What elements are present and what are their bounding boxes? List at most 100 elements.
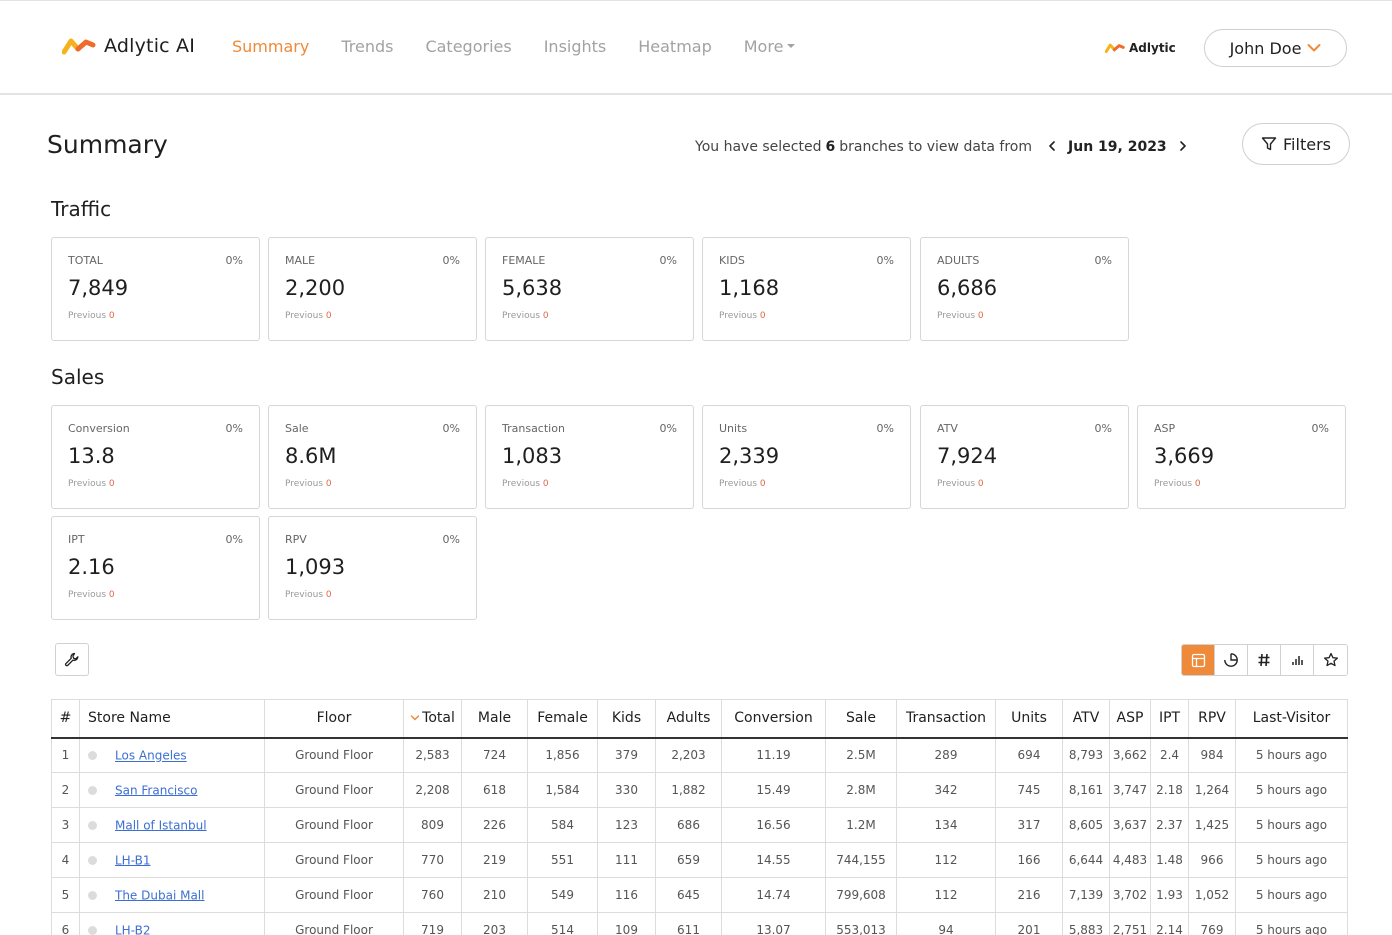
- cell-index: 5: [51, 877, 80, 913]
- cell-floor: Ground Floor: [264, 842, 404, 878]
- caret-down-icon: [787, 43, 796, 48]
- previous-label: Previous: [68, 590, 107, 600]
- col-header-last-visitor[interactable]: Last-Visitor: [1235, 699, 1348, 739]
- store-link[interactable]: The Dubai Mall: [115, 888, 204, 902]
- cell-atv: 7,139: [1062, 877, 1110, 913]
- traffic-card-total: TOTAL 0% 7,849 Previous 0: [51, 237, 260, 341]
- col-header-adults[interactable]: Adults: [655, 699, 722, 739]
- stores-table: # Store Name Floor Total Male Female Kid…: [51, 699, 1348, 935]
- card-label: ATV: [937, 422, 958, 435]
- sales-section-title: Sales: [51, 365, 105, 389]
- store-link[interactable]: LH-B1: [115, 853, 150, 867]
- previous-label: Previous: [68, 311, 107, 321]
- col-header-conversion[interactable]: Conversion: [721, 699, 826, 739]
- cell-index: 3: [51, 807, 80, 843]
- card-value: 2,339: [719, 444, 780, 468]
- store-link[interactable]: Mall of Istanbul: [115, 818, 207, 832]
- cell-female: 551: [527, 842, 598, 878]
- view-number-button[interactable]: [1248, 645, 1281, 675]
- card-percent: 0%: [225, 422, 243, 435]
- stores-table-container: # Store Name Floor Total Male Female Kid…: [51, 699, 1348, 935]
- card-label: KIDS: [719, 254, 745, 267]
- cell-asp: 3,702: [1109, 877, 1151, 913]
- view-bar-button[interactable]: [1281, 645, 1314, 675]
- col-header-units[interactable]: Units: [995, 699, 1063, 739]
- chevron-right-icon[interactable]: [1175, 139, 1191, 155]
- col-header-atv[interactable]: ATV: [1062, 699, 1110, 739]
- card-value: 1,168: [719, 276, 780, 300]
- sales-card-sale: Sale 0% 8.6M Previous 0: [268, 405, 477, 509]
- nav-categories[interactable]: Categories: [425, 37, 511, 56]
- cell-rpv: 1,052: [1188, 877, 1236, 913]
- view-pie-button[interactable]: [1215, 645, 1248, 675]
- col-header-floor[interactable]: Floor: [264, 699, 404, 739]
- cell-last-visitor: 5 hours ago: [1235, 842, 1348, 878]
- table-settings-button[interactable]: [55, 643, 89, 676]
- previous-label: Previous: [502, 479, 541, 489]
- chevron-left-icon[interactable]: [1044, 139, 1060, 155]
- hash-icon: [1258, 653, 1270, 667]
- cell-last-visitor: 5 hours ago: [1235, 772, 1348, 808]
- nav-summary[interactable]: Summary: [232, 37, 309, 56]
- cell-female: 1,856: [527, 737, 598, 773]
- filters-button[interactable]: Filters: [1242, 123, 1350, 165]
- nav-heatmap[interactable]: Heatmap: [638, 37, 712, 56]
- store-link[interactable]: Los Angeles: [115, 749, 187, 763]
- cell-store-name: The Dubai Mall: [79, 877, 265, 913]
- status-dot: [88, 925, 97, 935]
- table-row: 6 LH-B2 Ground Floor 719 203 514 109 611…: [51, 912, 1348, 935]
- card-label: MALE: [285, 254, 316, 267]
- card-value: 13.8: [68, 444, 115, 468]
- cell-conversion: 15.49: [721, 772, 826, 808]
- cell-sale: 1.2M: [825, 807, 897, 843]
- previous-value: 0: [1194, 479, 1201, 489]
- store-link[interactable]: San Francisco: [115, 783, 197, 797]
- card-label: IPT: [68, 533, 85, 546]
- cell-adults: 645: [655, 877, 722, 913]
- col-header-sale[interactable]: Sale: [825, 699, 897, 739]
- card-previous: Previous 0: [719, 479, 766, 489]
- card-previous: Previous 0: [285, 479, 332, 489]
- card-label: ADULTS: [937, 254, 980, 267]
- cell-transaction: 112: [896, 842, 996, 878]
- col-header-rpv[interactable]: RPV: [1188, 699, 1236, 739]
- card-percent: 0%: [1094, 254, 1112, 267]
- card-previous: Previous 0: [285, 590, 332, 600]
- card-value: 2.16: [68, 555, 115, 579]
- card-value: 2,200: [285, 276, 346, 300]
- card-previous: Previous 0: [68, 479, 115, 489]
- store-link[interactable]: LH-B2: [115, 923, 150, 935]
- col-header-store-name[interactable]: Store Name: [79, 699, 265, 739]
- col-header-female[interactable]: Female: [527, 699, 598, 739]
- col-header-ipt[interactable]: IPT: [1150, 699, 1189, 739]
- cell-floor: Ground Floor: [264, 737, 404, 773]
- previous-value: 0: [542, 311, 549, 321]
- cell-adults: 659: [655, 842, 722, 878]
- cell-rpv: 984: [1188, 737, 1236, 773]
- view-table-button[interactable]: [1182, 645, 1215, 675]
- cell-male: 226: [461, 807, 528, 843]
- col-header-asp[interactable]: ASP: [1109, 699, 1151, 739]
- card-label: Sale: [285, 422, 309, 435]
- card-label: FEMALE: [502, 254, 546, 267]
- col-header-total[interactable]: Total: [403, 699, 462, 739]
- table-row: 2 San Francisco Ground Floor 2,208 618 1…: [51, 772, 1348, 808]
- cell-kids: 116: [597, 877, 656, 913]
- cell-store-name: Los Angeles: [79, 737, 265, 773]
- nav-more[interactable]: More: [744, 37, 796, 56]
- card-label: Conversion: [68, 422, 130, 435]
- nav-more-label: More: [743, 37, 784, 56]
- cell-index: 4: [51, 842, 80, 878]
- col-header-male[interactable]: Male: [461, 699, 528, 739]
- brand[interactable]: Adlytic AI: [62, 35, 195, 57]
- cell-total: 770: [403, 842, 462, 878]
- col-header-kids[interactable]: Kids: [597, 699, 656, 739]
- view-star-button[interactable]: [1314, 645, 1347, 675]
- cell-transaction: 342: [896, 772, 996, 808]
- selected-date[interactable]: Jun 19, 2023: [1068, 139, 1167, 155]
- cell-atv: 8,161: [1062, 772, 1110, 808]
- nav-insights[interactable]: Insights: [544, 37, 607, 56]
- nav-trends[interactable]: Trends: [341, 37, 393, 56]
- user-menu-button[interactable]: John Doe: [1204, 29, 1347, 67]
- col-header-transaction[interactable]: Transaction: [896, 699, 996, 739]
